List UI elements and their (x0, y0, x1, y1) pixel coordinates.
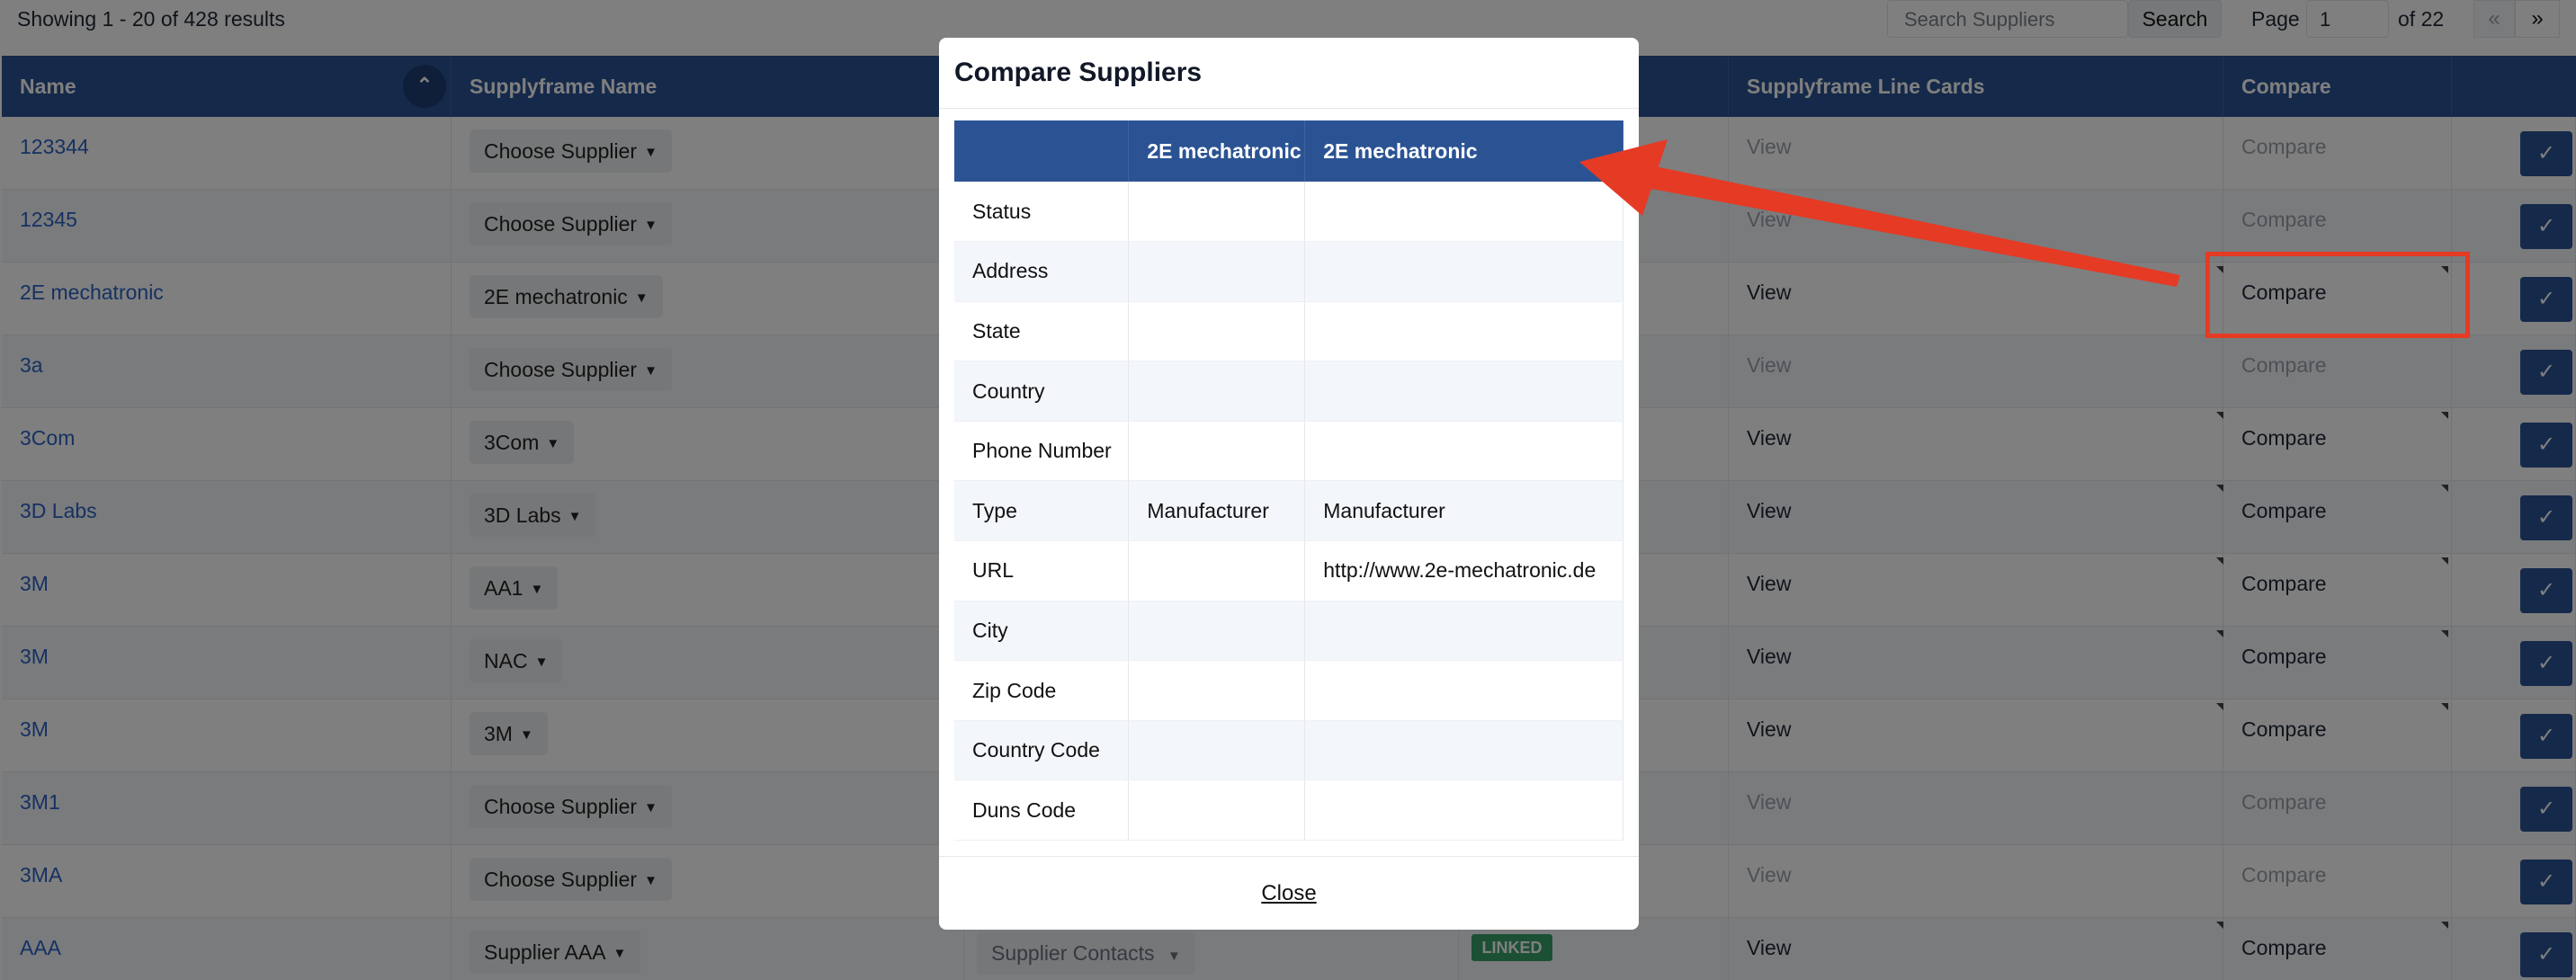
compare-suppliers-modal: Compare Suppliers 2E mechatronic 2E mech… (939, 38, 1639, 930)
compare-value-b (1304, 780, 1623, 842)
compare-field-label: Country Code (954, 720, 1130, 781)
compare-row: URL http://www.2e-mechatronic.de (954, 540, 1623, 601)
compare-value-a (1128, 660, 1306, 721)
compare-row: Zip Code (954, 660, 1623, 721)
compare-row: Country (954, 361, 1623, 422)
compare-value-a (1128, 540, 1306, 601)
compare-field-label: URL (954, 540, 1130, 601)
compare-field-label: Type (954, 480, 1130, 542)
compare-col-header-empty (954, 120, 1130, 182)
compare-row: Duns Code (954, 780, 1623, 842)
compare-value-a (1128, 241, 1306, 302)
compare-row: Country Code (954, 720, 1623, 781)
compare-row: Status (954, 182, 1623, 243)
compare-row: City (954, 601, 1623, 662)
compare-value-b (1304, 182, 1623, 243)
compare-value-b (1304, 660, 1623, 721)
compare-value-b (1304, 601, 1623, 662)
compare-field-label: Address (954, 241, 1130, 302)
compare-row: Address (954, 241, 1623, 302)
compare-value-a (1128, 720, 1306, 781)
compare-value-b (1304, 720, 1623, 781)
compare-col-header-a: 2E mechatronic (1128, 120, 1306, 182)
compare-row: Type Manufacturer Manufacturer (954, 480, 1623, 542)
compare-field-label: Duns Code (954, 780, 1130, 842)
compare-table: 2E mechatronic 2E mechatronic Status Addr… (954, 120, 1623, 842)
compare-value-b (1304, 301, 1623, 362)
divider (939, 108, 1639, 109)
compare-field-label: City (954, 601, 1130, 662)
modal-title: Compare Suppliers (954, 58, 1203, 87)
compare-value-a (1128, 182, 1306, 243)
compare-field-label: Zip Code (954, 660, 1130, 721)
compare-value-b (1304, 241, 1623, 302)
compare-value-b (1304, 421, 1623, 482)
highlight-rectangle (2205, 252, 2470, 338)
compare-row: Phone Number (954, 421, 1623, 482)
divider (939, 856, 1639, 857)
compare-field-label: Country (954, 361, 1130, 422)
compare-row: State (954, 301, 1623, 362)
compare-value-a (1128, 301, 1306, 362)
compare-value-a (1128, 780, 1306, 842)
close-label: Close (1261, 881, 1317, 905)
compare-field-label: State (954, 301, 1130, 362)
compare-value-a (1128, 361, 1306, 422)
compare-value-a: Manufacturer (1128, 480, 1306, 542)
compare-value-b (1304, 361, 1623, 422)
compare-field-label: Phone Number (954, 421, 1130, 482)
compare-field-label: Status (954, 182, 1130, 243)
compare-value-a (1128, 601, 1306, 662)
close-button[interactable]: Close (939, 881, 1639, 906)
compare-value-b: Manufacturer (1304, 480, 1623, 542)
compare-value-a (1128, 421, 1306, 482)
compare-col-header-b: 2E mechatronic (1304, 120, 1623, 182)
compare-value-b: http://www.2e-mechatronic.de (1304, 540, 1623, 601)
